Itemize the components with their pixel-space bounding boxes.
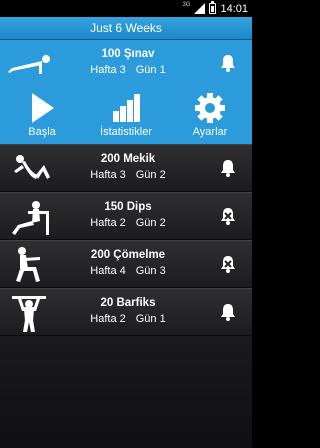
exercise-title: 20 Barfiks [100, 297, 156, 309]
exercise-week: Hafta 3 [90, 169, 126, 181]
dips-figure-icon [12, 201, 49, 235]
exercise-progress: Hafta 3 Gün 2 [64, 169, 192, 181]
exercise-day: Gün 1 [135, 313, 166, 325]
active-program-progress: Hafta 3 Gün 1 [64, 64, 192, 76]
exercise-title: 150 Dips [104, 201, 152, 213]
active-program-week: Hafta 3 [90, 64, 126, 76]
exercise-day: Gün 2 [135, 169, 166, 181]
pullup-figure-icon [12, 296, 46, 332]
exercise-progress: Hafta 2 Gün 2 [64, 217, 192, 229]
active-program-title: 100 Şınav [101, 48, 155, 60]
bell-icon[interactable] [218, 158, 238, 178]
situp-figure-icon [14, 155, 50, 179]
app-title: Just 6 Weeks [90, 21, 162, 35]
bell-icon[interactable] [218, 302, 238, 322]
exercise-title: 200 Çömelme [90, 249, 166, 261]
statistics-label: İstatistikler [100, 126, 152, 138]
empty-list-area [0, 336, 252, 448]
settings-label: Ayarlar [192, 126, 228, 138]
bar-chart-icon [113, 94, 140, 122]
play-icon [32, 93, 54, 123]
battery-icon [209, 1, 217, 14]
exercise-day: Gün 2 [135, 217, 166, 229]
start-button[interactable]: Başla [0, 88, 84, 144]
squat-figure-icon [16, 247, 40, 282]
exercise-row-squats[interactable]: 200 Çömelme Hafta 4 Gün 3 [0, 240, 252, 288]
start-label: Başla [28, 126, 56, 138]
settings-button[interactable]: Ayarlar [168, 88, 252, 144]
bell-off-icon[interactable] [218, 206, 238, 226]
active-program-panel: 100 Şınav Hafta 3 Gün 1 Başla İstatistikl… [0, 40, 252, 144]
network-type: 3G [182, 2, 191, 8]
statistics-button[interactable]: İstatistikler [84, 88, 168, 144]
gear-icon [195, 93, 225, 123]
exercise-row-situps[interactable]: 200 Mekik Hafta 3 Gün 2 [0, 144, 252, 192]
action-bar: Başla İstatistikler Ayarlar [0, 88, 252, 144]
bell-off-icon[interactable] [218, 254, 238, 274]
active-program-row[interactable]: 100 Şınav Hafta 3 Gün 1 [0, 40, 252, 88]
exercise-day: Gün 3 [135, 265, 166, 277]
pushup-figure-icon [8, 55, 50, 74]
signal-icon [194, 3, 206, 14]
exercise-week: Hafta 4 [90, 265, 126, 277]
exercise-list: 200 Mekik Hafta 3 Gün 2 150 Dips Hafta 2 G… [0, 144, 252, 336]
exercise-progress: Hafta 4 Gün 3 [64, 265, 192, 277]
clock: 14:01 [220, 2, 248, 15]
exercise-row-dips[interactable]: 150 Dips Hafta 2 Gün 2 [0, 192, 252, 240]
exercise-row-pullups[interactable]: 20 Barfiks Hafta 2 Gün 1 [0, 288, 252, 336]
exercise-progress: Hafta 2 Gün 1 [64, 313, 192, 325]
app-title-bar: Just 6 Weeks [0, 17, 252, 40]
exercise-title: 200 Mekik [100, 153, 156, 165]
status-bar: 3G 14:01 [0, 0, 252, 17]
bell-icon[interactable] [218, 53, 238, 73]
exercise-week: Hafta 2 [90, 217, 126, 229]
active-program-day: Gün 1 [135, 64, 166, 76]
exercise-week: Hafta 2 [90, 313, 126, 325]
